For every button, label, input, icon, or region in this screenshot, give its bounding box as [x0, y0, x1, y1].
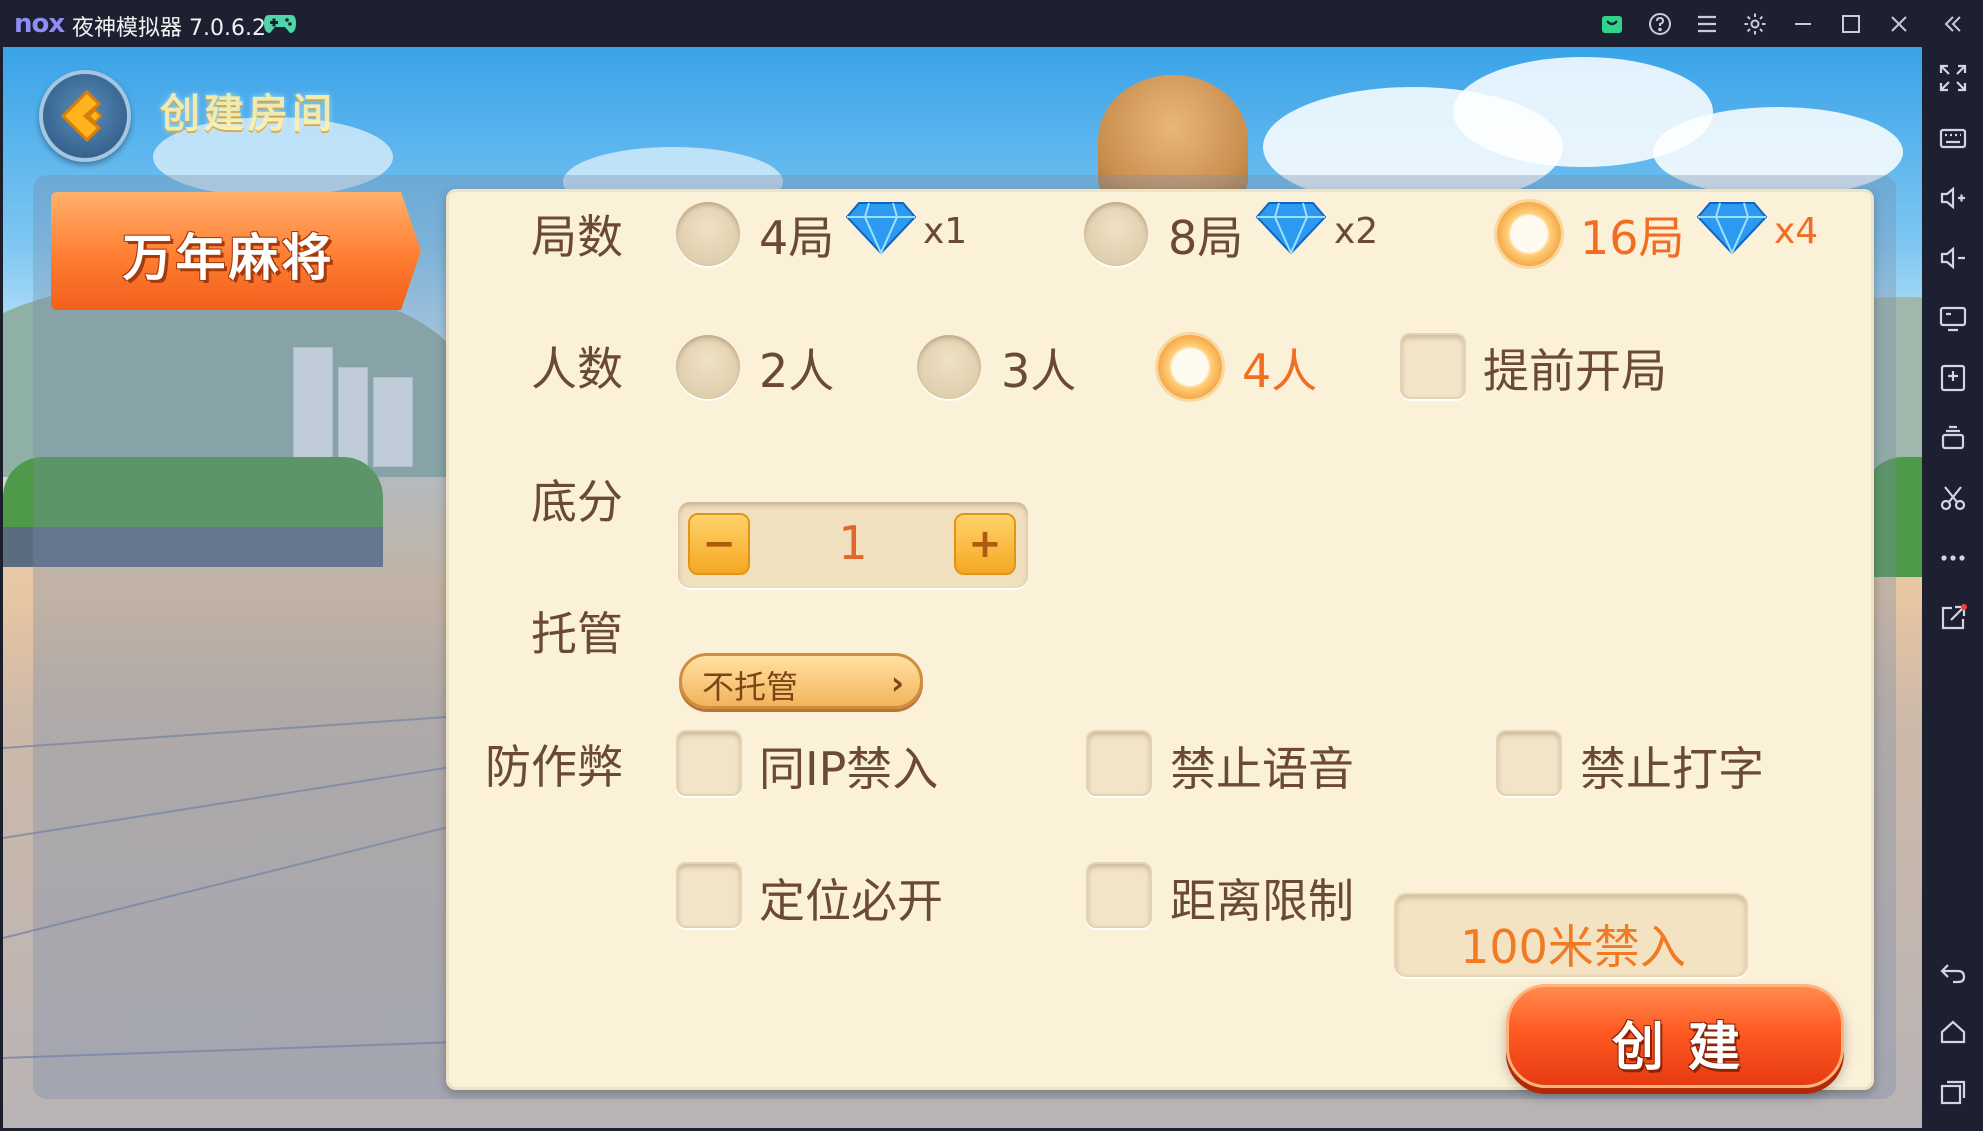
keyboard-icon[interactable] — [1922, 113, 1983, 163]
rounds-16-radio[interactable] — [1497, 202, 1561, 266]
decrement-button[interactable]: − — [688, 513, 750, 575]
no-voice-label: 禁止语音 — [1170, 742, 1354, 796]
chevron-right-icon: › — [890, 664, 904, 702]
multi-instance-icon[interactable] — [1922, 413, 1983, 463]
rounds-8-multiplier: x2 — [1334, 211, 1379, 252]
increment-button[interactable]: + — [954, 513, 1016, 575]
back-button[interactable] — [39, 70, 131, 162]
nox-logo: nox — [14, 9, 65, 39]
screen-icon[interactable] — [1922, 293, 1983, 343]
home-icon[interactable] — [1922, 1007, 1983, 1057]
rounds-16-multiplier: x4 — [1774, 211, 1819, 252]
game-screen: 创建房间 万年麻将 局数 4局 x1 8局 x2 16局 x4 人数 2人 3人… — [3, 47, 1922, 1128]
no-typing-checkbox[interactable] — [1496, 730, 1562, 796]
emulator-sidebar — [1922, 47, 1983, 1131]
help-icon[interactable] — [1637, 0, 1683, 47]
players-label: 人数 — [531, 342, 623, 396]
rounds-4-multiplier: x1 — [923, 211, 968, 252]
settings-gear-icon[interactable] — [1732, 0, 1778, 47]
players-2-radio[interactable] — [676, 335, 740, 399]
rounds-label: 局数 — [531, 210, 623, 264]
apk-install-icon[interactable] — [1922, 353, 1983, 403]
players-4-radio[interactable] — [1158, 335, 1222, 399]
tab-game-wannian-mahjong[interactable]: 万年麻将 — [51, 192, 421, 310]
location-required-label: 定位必开 — [759, 874, 943, 928]
collapse-sidebar-icon[interactable] — [1930, 0, 1976, 47]
window-title: 夜神模拟器 7.0.6.2 — [72, 16, 266, 41]
recent-apps-icon[interactable] — [1922, 1067, 1983, 1117]
create-button-label: 创建 — [1611, 1018, 1764, 1078]
players-3-radio[interactable] — [917, 335, 981, 399]
share-icon[interactable] — [1922, 593, 1983, 643]
distance-limit-select[interactable]: 100米禁入 — [1394, 893, 1748, 977]
diamond-icon — [845, 202, 917, 255]
rounds-8-label: 8局 — [1168, 211, 1244, 265]
base-score-stepper: − 1 + — [678, 502, 1028, 588]
menu-icon[interactable] — [1684, 0, 1730, 47]
no-voice-checkbox[interactable] — [1086, 730, 1152, 796]
players-2-label: 2人 — [759, 344, 835, 398]
trustee-dropdown[interactable]: 不托管 › — [679, 653, 923, 709]
store-icon[interactable] — [1589, 0, 1635, 47]
no-typing-label: 禁止打字 — [1580, 742, 1764, 796]
early-start-checkbox[interactable] — [1400, 333, 1466, 399]
players-3-label: 3人 — [1001, 344, 1077, 398]
emulator-title-bar: nox 夜神模拟器 7.0.6.2 — [0, 0, 1983, 47]
maximize-icon[interactable] — [1828, 0, 1874, 47]
players-4-label: 4人 — [1242, 344, 1318, 398]
distance-limit-label: 距离限制 — [1170, 874, 1354, 928]
same-ip-block-label: 同IP禁入 — [759, 742, 939, 796]
create-room-button[interactable]: 创建 — [1506, 984, 1844, 1088]
rounds-4-label: 4局 — [759, 211, 835, 265]
more-icon[interactable] — [1922, 533, 1983, 583]
location-required-checkbox[interactable] — [676, 862, 742, 928]
base-score-value: 1 — [838, 516, 868, 570]
rounds-16-label: 16局 — [1580, 211, 1685, 265]
diamond-icon — [1696, 202, 1768, 255]
distance-limit-checkbox[interactable] — [1086, 862, 1152, 928]
minimize-icon[interactable] — [1780, 0, 1826, 47]
scissors-icon[interactable] — [1922, 473, 1983, 523]
trustee-value: 不托管 — [702, 668, 799, 706]
game-tab-label: 万年麻将 — [122, 229, 335, 287]
volume-up-icon[interactable] — [1922, 173, 1983, 223]
same-ip-block-checkbox[interactable] — [676, 730, 742, 796]
close-icon[interactable] — [1876, 0, 1922, 47]
rounds-8-radio[interactable] — [1084, 202, 1148, 266]
back-arrow-icon — [60, 89, 103, 143]
rounds-4-radio[interactable] — [676, 202, 740, 266]
diamond-icon — [1255, 202, 1327, 255]
trustee-label: 托管 — [531, 607, 623, 661]
anti-cheat-label: 防作弊 — [485, 740, 623, 794]
volume-down-icon[interactable] — [1922, 233, 1983, 283]
back-arrow-icon[interactable] — [1922, 947, 1983, 997]
page-title: 创建房间 — [160, 91, 336, 137]
base-score-label: 底分 — [531, 475, 623, 529]
fullscreen-icon[interactable] — [1922, 53, 1983, 103]
distance-limit-value: 100米禁入 — [1460, 920, 1686, 974]
early-start-label: 提前开局 — [1483, 344, 1667, 398]
gamepad-icon[interactable] — [263, 11, 297, 35]
